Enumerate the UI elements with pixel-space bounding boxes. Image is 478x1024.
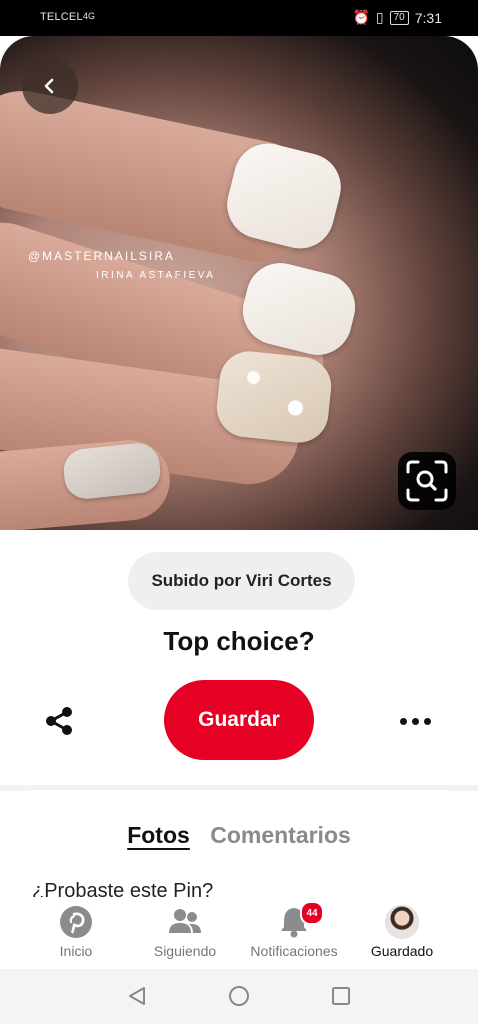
nav-notifications-label: Notificaciones bbox=[250, 943, 338, 959]
more-dot-icon bbox=[423, 717, 431, 725]
nav-home-label: Inicio bbox=[59, 943, 93, 959]
more-dot-icon bbox=[399, 717, 407, 725]
tabs: Fotos Comentarios bbox=[0, 822, 478, 849]
share-icon bbox=[46, 707, 72, 735]
pin-title: Top choice? bbox=[163, 626, 315, 656]
system-back-button[interactable] bbox=[125, 984, 149, 1008]
status-bar: TELCEL 4G ⏰ ▯ 70 7:31 bbox=[0, 0, 478, 36]
signal-indicator: 4G bbox=[83, 11, 96, 21]
status-icons: ⏰ ▯ 70 7:31 bbox=[352, 9, 442, 26]
back-button[interactable] bbox=[22, 58, 78, 114]
profile-avatar bbox=[385, 905, 419, 939]
chevron-left-icon bbox=[44, 78, 54, 94]
nail-lace-pattern bbox=[213, 348, 335, 446]
bottom-nav: Inicio Siguiendo 44 Notificaciones Guard… bbox=[0, 897, 478, 969]
system-recents-button[interactable] bbox=[329, 984, 353, 1008]
circle-home-icon bbox=[229, 986, 249, 1006]
more-options-button[interactable] bbox=[392, 706, 438, 736]
nav-notifications[interactable]: 44 Notificaciones bbox=[244, 901, 344, 959]
save-button-label: Guardar bbox=[198, 708, 280, 731]
uploader-label: Subido por Viri Cortes bbox=[151, 571, 332, 590]
watermark-name: IRINA ASTAFIEVA bbox=[96, 270, 216, 281]
nav-saved[interactable]: Guardado bbox=[366, 905, 438, 959]
vibrate-icon: ▯ bbox=[375, 9, 384, 25]
alarm-icon: ⏰ bbox=[352, 9, 370, 25]
nav-following[interactable]: Siguiendo bbox=[146, 905, 224, 959]
nav-home[interactable]: Inicio bbox=[40, 905, 112, 959]
bell-icon: 44 bbox=[278, 901, 324, 939]
nav-following-label: Siguiendo bbox=[153, 943, 217, 959]
more-dot-icon bbox=[411, 717, 419, 725]
watermark-handle: @MASTERNAILSIRA bbox=[28, 249, 175, 263]
tab-comments[interactable]: Comentarios bbox=[210, 822, 351, 848]
carrier-name: TELCEL bbox=[40, 11, 83, 23]
people-icon bbox=[167, 905, 203, 939]
pin-image[interactable]: @MASTERNAILSIRA IRINA ASTAFIEVA bbox=[0, 36, 478, 530]
photos-comments-card: Fotos Comentarios ¿Probaste este Pin? bbox=[0, 790, 478, 910]
pinterest-icon bbox=[59, 905, 93, 939]
uploader-pill[interactable]: Subido por Viri Cortes bbox=[128, 552, 355, 610]
nav-saved-label: Guardado bbox=[370, 943, 434, 959]
pin-detail-card: Subido por Viri Cortes Top choice? Guard… bbox=[0, 530, 478, 785]
share-button[interactable] bbox=[40, 702, 78, 740]
system-nav-bar bbox=[0, 969, 478, 1024]
triangle-back-icon bbox=[129, 987, 145, 1005]
notification-badge: 44 bbox=[300, 901, 324, 925]
tab-photos[interactable]: Fotos bbox=[127, 822, 190, 848]
battery-level: 70 bbox=[389, 10, 409, 25]
avatar bbox=[385, 905, 419, 939]
lens-search-icon bbox=[406, 460, 448, 502]
visual-search-button[interactable] bbox=[398, 452, 456, 510]
square-recents-icon bbox=[332, 987, 350, 1005]
save-button[interactable]: Guardar bbox=[164, 680, 314, 760]
clock: 7:31 bbox=[414, 9, 442, 26]
system-home-button[interactable] bbox=[227, 984, 251, 1008]
